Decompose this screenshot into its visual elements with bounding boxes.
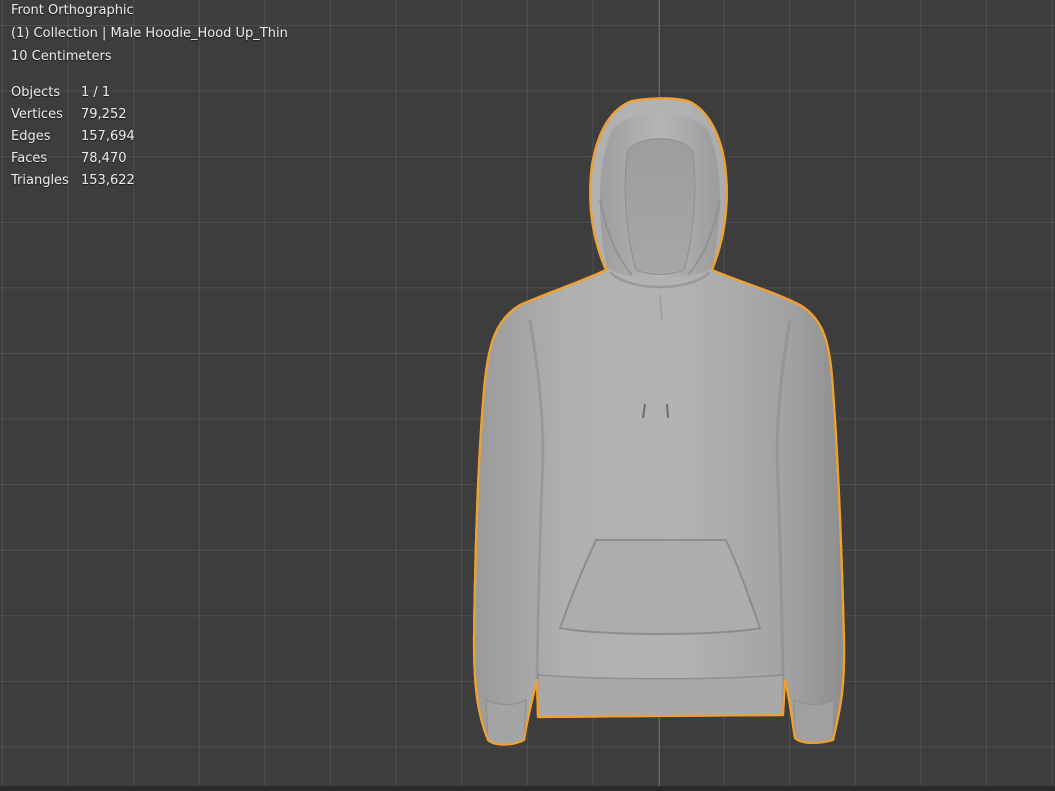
left-cuff: [485, 698, 527, 746]
stat-value: 153,622: [81, 173, 135, 188]
hood-face-opening: [624, 138, 696, 275]
stat-label: Faces: [11, 151, 48, 166]
stat-label: Edges: [11, 129, 51, 144]
grid-scale: 10 Centimeters: [11, 49, 112, 64]
stat-value: 157,694: [81, 129, 135, 144]
collection-label: (1) Collection | Male Hoodie_Hood Up_Thi…: [11, 26, 288, 41]
view-name: Front Orthographic: [11, 3, 134, 18]
3d-viewport[interactable]: Front Orthographic (1) Collection | Male…: [0, 0, 1055, 791]
stat-label: Objects: [11, 85, 61, 100]
stat-row-objects: Objects 1 / 1: [11, 84, 135, 106]
stat-label: Triangles: [11, 173, 69, 188]
drawstring-right: [666, 403, 669, 419]
stat-row-edges: Edges 157,694: [11, 128, 135, 150]
statistics-overlay: Objects 1 / 1 Vertices 79,252 Edges 157,…: [11, 84, 135, 194]
kangaroo-pocket: [558, 539, 762, 635]
hoodie-mesh[interactable]: [0, 0, 1055, 791]
waistband: [537, 674, 784, 718]
stat-row-faces: Faces 78,470: [11, 150, 135, 172]
stat-label: Vertices: [11, 107, 63, 122]
viewport-bottom-border: [0, 786, 1055, 791]
right-cuff: [793, 699, 835, 744]
stat-row-vertices: Vertices 79,252: [11, 106, 135, 128]
stat-value: 78,470: [81, 151, 127, 166]
stat-row-triangles: Triangles 153,622: [11, 172, 135, 194]
stat-value: 79,252: [81, 107, 127, 122]
stat-value: 1 / 1: [81, 85, 111, 100]
